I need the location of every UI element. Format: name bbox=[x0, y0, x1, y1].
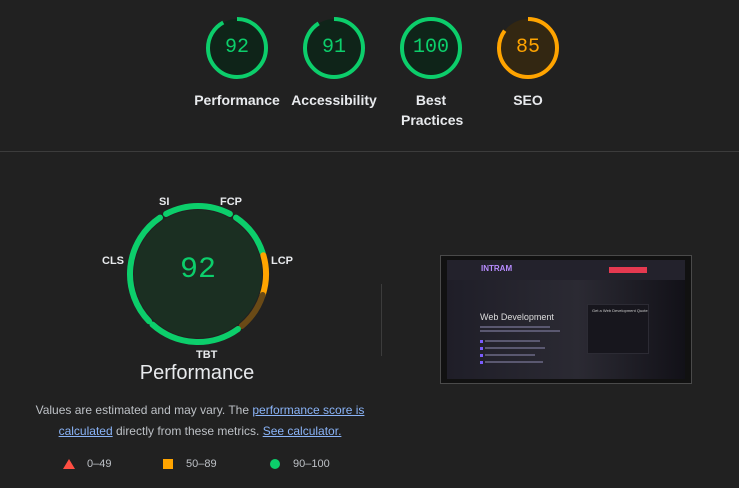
screenshot-text-line bbox=[485, 347, 545, 349]
screenshot-bullet bbox=[480, 340, 483, 343]
note-prefix: Values are estimated and may vary. The bbox=[35, 403, 253, 417]
gauge-best-practices[interactable]: 100 Best Practices bbox=[381, 16, 481, 130]
screenshot-text-line bbox=[480, 330, 560, 332]
screenshot-navbar: INTRAM bbox=[447, 260, 685, 280]
performance-score: 92 bbox=[179, 253, 216, 287]
screenshot-logo: INTRAM bbox=[481, 264, 513, 273]
metric-lcp: LCP bbox=[271, 255, 293, 267]
label-accessibility: Accessibility bbox=[291, 92, 377, 108]
vertical-divider bbox=[381, 284, 382, 356]
screenshot-cta bbox=[609, 267, 647, 273]
section-divider bbox=[0, 151, 739, 152]
gauge-performance[interactable]: 92 Performance bbox=[187, 16, 287, 110]
legend-fail: 0–49 bbox=[63, 458, 111, 470]
label-performance: Performance bbox=[194, 92, 280, 108]
score-performance: 92 bbox=[224, 36, 249, 59]
legend-pass: 90–100 bbox=[270, 458, 330, 470]
metric-cls: CLS bbox=[102, 255, 124, 267]
triangle-icon bbox=[63, 459, 75, 469]
performance-title: Performance bbox=[139, 362, 255, 384]
screenshot-hero-title: Web Development bbox=[480, 312, 554, 322]
legend-average-range: 50–89 bbox=[186, 458, 217, 470]
score-best-practices: 100 bbox=[412, 36, 449, 59]
score-accessibility: 91 bbox=[321, 36, 346, 59]
screenshot-bullet bbox=[480, 361, 483, 364]
screenshot-page: INTRAM Web Development Get a Web Develop… bbox=[447, 260, 685, 379]
screenshot-text-line bbox=[485, 361, 543, 363]
arc-lcp-active bbox=[259, 252, 269, 299]
score-note: Values are estimated and may vary. The p… bbox=[30, 400, 370, 442]
score-seo: 85 bbox=[515, 36, 540, 59]
screenshot-text-line bbox=[480, 326, 550, 328]
screenshot-bullet bbox=[480, 347, 483, 350]
label-best-practices-text: Best Practices bbox=[401, 92, 464, 128]
final-screenshot-thumbnail[interactable]: INTRAM Web Development Get a Web Develop… bbox=[440, 255, 692, 384]
legend-pass-range: 90–100 bbox=[293, 458, 330, 470]
metric-tbt: TBT bbox=[196, 349, 218, 361]
legend-average: 50–89 bbox=[163, 458, 217, 470]
label-seo: SEO bbox=[513, 92, 543, 108]
legend-fail-range: 0–49 bbox=[87, 458, 112, 470]
see-calculator-link[interactable]: See calculator. bbox=[263, 424, 342, 438]
circle-icon bbox=[270, 459, 280, 469]
screenshot-text-line bbox=[485, 340, 540, 342]
label-best-practices: Best Practices bbox=[401, 90, 464, 130]
metric-fcp: FCP bbox=[220, 196, 242, 208]
gauge-accessibility[interactable]: 91 Accessibility bbox=[284, 16, 384, 110]
screenshot-card-title: Get a Web Development Quote bbox=[592, 308, 648, 313]
screenshot-bullet bbox=[480, 354, 483, 357]
screenshot-quote-card: Get a Web Development Quote bbox=[587, 304, 649, 354]
square-icon bbox=[163, 459, 173, 469]
gauge-seo[interactable]: 85 SEO bbox=[478, 16, 578, 110]
screenshot-text-line bbox=[485, 354, 535, 356]
note-middle: directly from these metrics. bbox=[112, 424, 263, 438]
metric-si: SI bbox=[159, 196, 170, 208]
